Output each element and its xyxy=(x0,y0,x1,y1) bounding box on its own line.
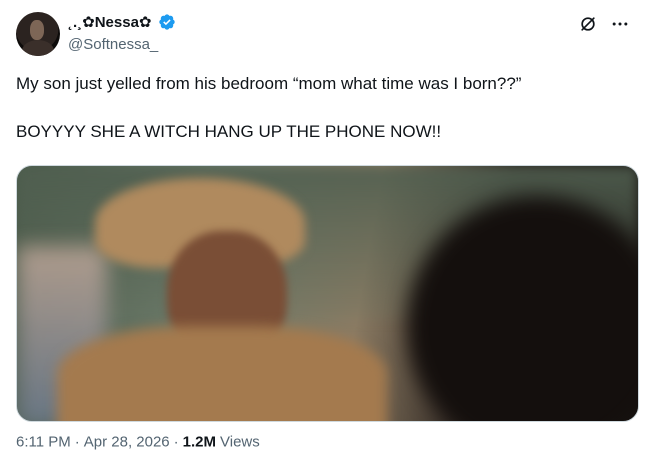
avatar[interactable] xyxy=(16,12,60,56)
tweet-text: My son just yelled from his bedroom “mom… xyxy=(16,72,626,144)
grok-icon[interactable] xyxy=(578,14,598,34)
more-icon[interactable] xyxy=(610,14,630,34)
tweet-meta: 6:11 PM · Apr 28, 2026 · 1.2M Views xyxy=(16,434,260,451)
display-name[interactable]: ˛.¸✿Nessa✿ xyxy=(68,13,152,31)
tweet-media-image[interactable] xyxy=(16,165,639,422)
handle[interactable]: @Softnessa_ xyxy=(68,36,158,53)
tweet-text-line: My son just yelled from his bedroom “mom… xyxy=(16,74,522,93)
tweet-text-line: BOYYYY SHE A WITCH HANG UP THE PHONE NOW… xyxy=(16,122,442,141)
post-date[interactable]: Apr 28, 2026 xyxy=(84,434,170,451)
media-coat xyxy=(57,326,387,421)
meta-separator: · xyxy=(74,433,80,451)
verified-badge-icon xyxy=(158,14,175,30)
author-name-row: ˛.¸✿Nessa✿ xyxy=(68,13,176,31)
avatar-shoulders xyxy=(22,40,54,56)
avatar-face xyxy=(30,20,44,40)
views-label: Views xyxy=(220,433,260,451)
post-time[interactable]: 6:11 PM xyxy=(16,434,71,451)
meta-separator: · xyxy=(173,433,179,451)
views-count[interactable]: 1.2M xyxy=(183,434,216,451)
top-actions xyxy=(578,14,630,34)
